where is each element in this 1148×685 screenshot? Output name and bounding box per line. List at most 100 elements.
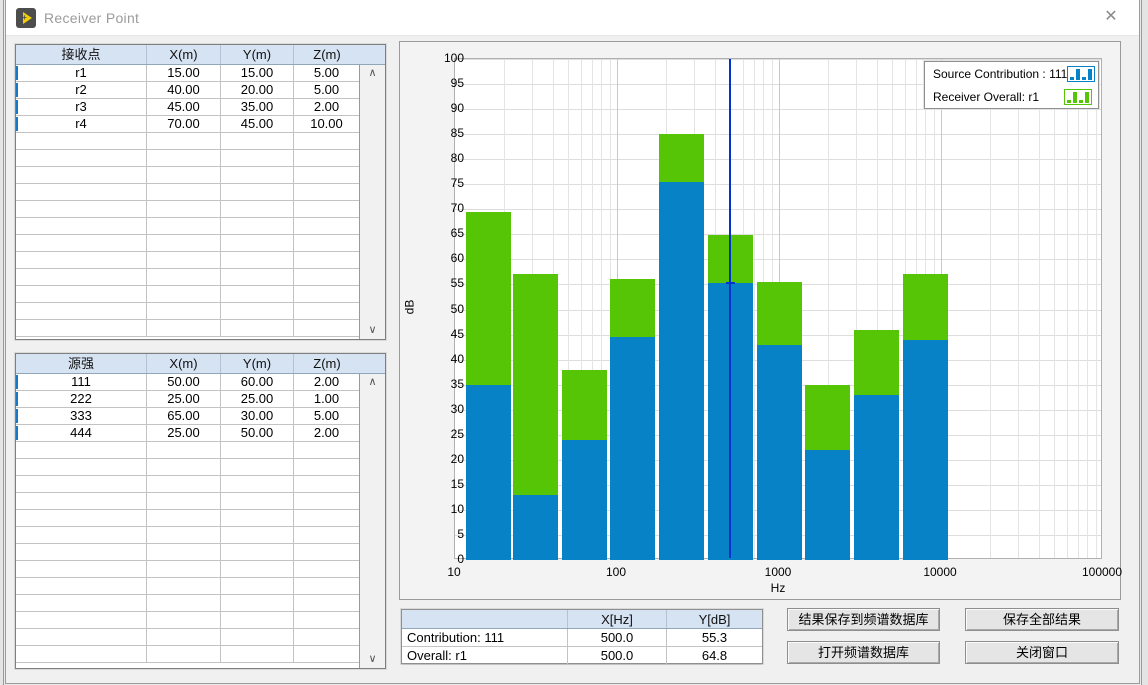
plot-area[interactable] <box>454 58 1102 559</box>
table-cell[interactable] <box>147 578 221 594</box>
table-cell[interactable]: 222 <box>16 391 147 407</box>
table-cell[interactable] <box>16 184 147 200</box>
table-row-empty[interactable] <box>16 646 359 663</box>
cursor-y-value[interactable]: 55.3 <box>667 629 762 646</box>
source-table-scrollbar[interactable]: ∧ ∨ <box>359 374 385 668</box>
table-cell[interactable] <box>221 252 294 268</box>
table-cell[interactable] <box>294 493 359 509</box>
table-cell[interactable] <box>294 578 359 594</box>
table-cell[interactable] <box>16 218 147 234</box>
close-window-button[interactable]: 关闭窗口 <box>965 641 1119 664</box>
table-cell[interactable] <box>16 527 147 543</box>
table-cell[interactable] <box>221 629 294 645</box>
table-cell[interactable] <box>16 493 147 509</box>
table-cell[interactable]: 10.00 <box>294 116 359 132</box>
table-cell[interactable] <box>221 527 294 543</box>
table-row[interactable]: r240.0020.005.00 <box>16 82 359 99</box>
table-cell[interactable] <box>294 286 359 302</box>
table-cell[interactable] <box>221 150 294 166</box>
table-cell[interactable] <box>147 476 221 492</box>
table-cell[interactable] <box>16 150 147 166</box>
scroll-down-icon[interactable]: ∨ <box>360 651 385 668</box>
table-cell[interactable] <box>221 561 294 577</box>
table-cell[interactable] <box>16 459 147 475</box>
table-row-empty[interactable] <box>16 269 359 286</box>
table-cell[interactable] <box>294 476 359 492</box>
table-cell[interactable] <box>294 510 359 526</box>
legend-item[interactable]: Receiver Overall: r1 <box>925 85 1098 108</box>
cursor-table-row[interactable]: Overall: r1500.064.8 <box>402 647 762 665</box>
chart-cursor-crosshair[interactable] <box>726 282 735 284</box>
table-cell[interactable] <box>221 612 294 628</box>
table-cell[interactable]: 70.00 <box>147 116 221 132</box>
table-cell[interactable] <box>294 252 359 268</box>
table-cell[interactable]: 333 <box>16 408 147 424</box>
cursor-row-label[interactable]: Overall: r1 <box>402 647 568 664</box>
table-row-empty[interactable] <box>16 459 359 476</box>
table-cell[interactable] <box>16 510 147 526</box>
table-cell[interactable] <box>147 286 221 302</box>
scroll-up-icon[interactable]: ∧ <box>360 374 385 391</box>
table-cell[interactable] <box>294 612 359 628</box>
table-cell[interactable]: 5.00 <box>294 82 359 98</box>
table-cell[interactable] <box>16 235 147 251</box>
table-cell[interactable]: 50.00 <box>221 425 294 441</box>
table-cell[interactable] <box>147 150 221 166</box>
table-cell[interactable]: r1 <box>16 65 147 81</box>
table-row-empty[interactable] <box>16 493 359 510</box>
table-cell[interactable] <box>221 578 294 594</box>
table-row-empty[interactable] <box>16 303 359 320</box>
chart-cursor-line[interactable] <box>729 59 731 558</box>
table-cell[interactable] <box>16 201 147 217</box>
table-row-empty[interactable] <box>16 201 359 218</box>
table-cell[interactable] <box>147 252 221 268</box>
table-row-empty[interactable] <box>16 252 359 269</box>
table-cell[interactable] <box>147 235 221 251</box>
table-cell[interactable] <box>16 320 147 336</box>
close-icon[interactable]: ✕ <box>1097 0 1125 36</box>
table-cell[interactable] <box>147 646 221 662</box>
table-cell[interactable] <box>294 527 359 543</box>
table-cell[interactable] <box>221 235 294 251</box>
table-cell[interactable] <box>221 320 294 336</box>
table-cell[interactable] <box>294 595 359 611</box>
table-cell[interactable] <box>294 218 359 234</box>
table-cell[interactable] <box>147 595 221 611</box>
table-cell[interactable]: r4 <box>16 116 147 132</box>
table-cell[interactable] <box>221 544 294 560</box>
table-cell[interactable]: 15.00 <box>221 65 294 81</box>
table-cell[interactable] <box>147 303 221 319</box>
table-cell[interactable]: r2 <box>16 82 147 98</box>
table-row[interactable]: 11150.0060.002.00 <box>16 374 359 391</box>
table-cell[interactable] <box>221 201 294 217</box>
open-spectrum-db-button[interactable]: 打开频谱数据库 <box>787 641 940 664</box>
table-cell[interactable] <box>16 595 147 611</box>
table-cell[interactable] <box>294 320 359 336</box>
table-cell[interactable] <box>221 476 294 492</box>
table-cell[interactable] <box>294 442 359 458</box>
table-row-empty[interactable] <box>16 476 359 493</box>
table-cell[interactable] <box>221 133 294 149</box>
table-cell[interactable] <box>16 286 147 302</box>
table-cell[interactable]: 5.00 <box>294 408 359 424</box>
table-row-empty[interactable] <box>16 235 359 252</box>
table-cell[interactable] <box>147 269 221 285</box>
table-row-empty[interactable] <box>16 527 359 544</box>
table-cell[interactable]: 50.00 <box>147 374 221 390</box>
table-cell[interactable] <box>294 303 359 319</box>
legend-item[interactable]: Source Contribution : 111 <box>925 62 1098 85</box>
table-row-empty[interactable] <box>16 442 359 459</box>
table-row-empty[interactable] <box>16 320 359 337</box>
save-results-to-spectrum-db-button[interactable]: 结果保存到频谱数据库 <box>787 608 940 631</box>
receiver-table-scrollbar[interactable]: ∧ ∨ <box>359 65 385 339</box>
scroll-down-icon[interactable]: ∨ <box>360 322 385 339</box>
table-cell[interactable] <box>16 629 147 645</box>
table-cell[interactable]: 25.00 <box>147 425 221 441</box>
table-row-empty[interactable] <box>16 578 359 595</box>
table-cell[interactable] <box>16 612 147 628</box>
table-cell[interactable] <box>16 303 147 319</box>
table-cell[interactable]: 15.00 <box>147 65 221 81</box>
table-cell[interactable] <box>294 184 359 200</box>
table-row[interactable]: 33365.0030.005.00 <box>16 408 359 425</box>
table-cell[interactable] <box>147 442 221 458</box>
